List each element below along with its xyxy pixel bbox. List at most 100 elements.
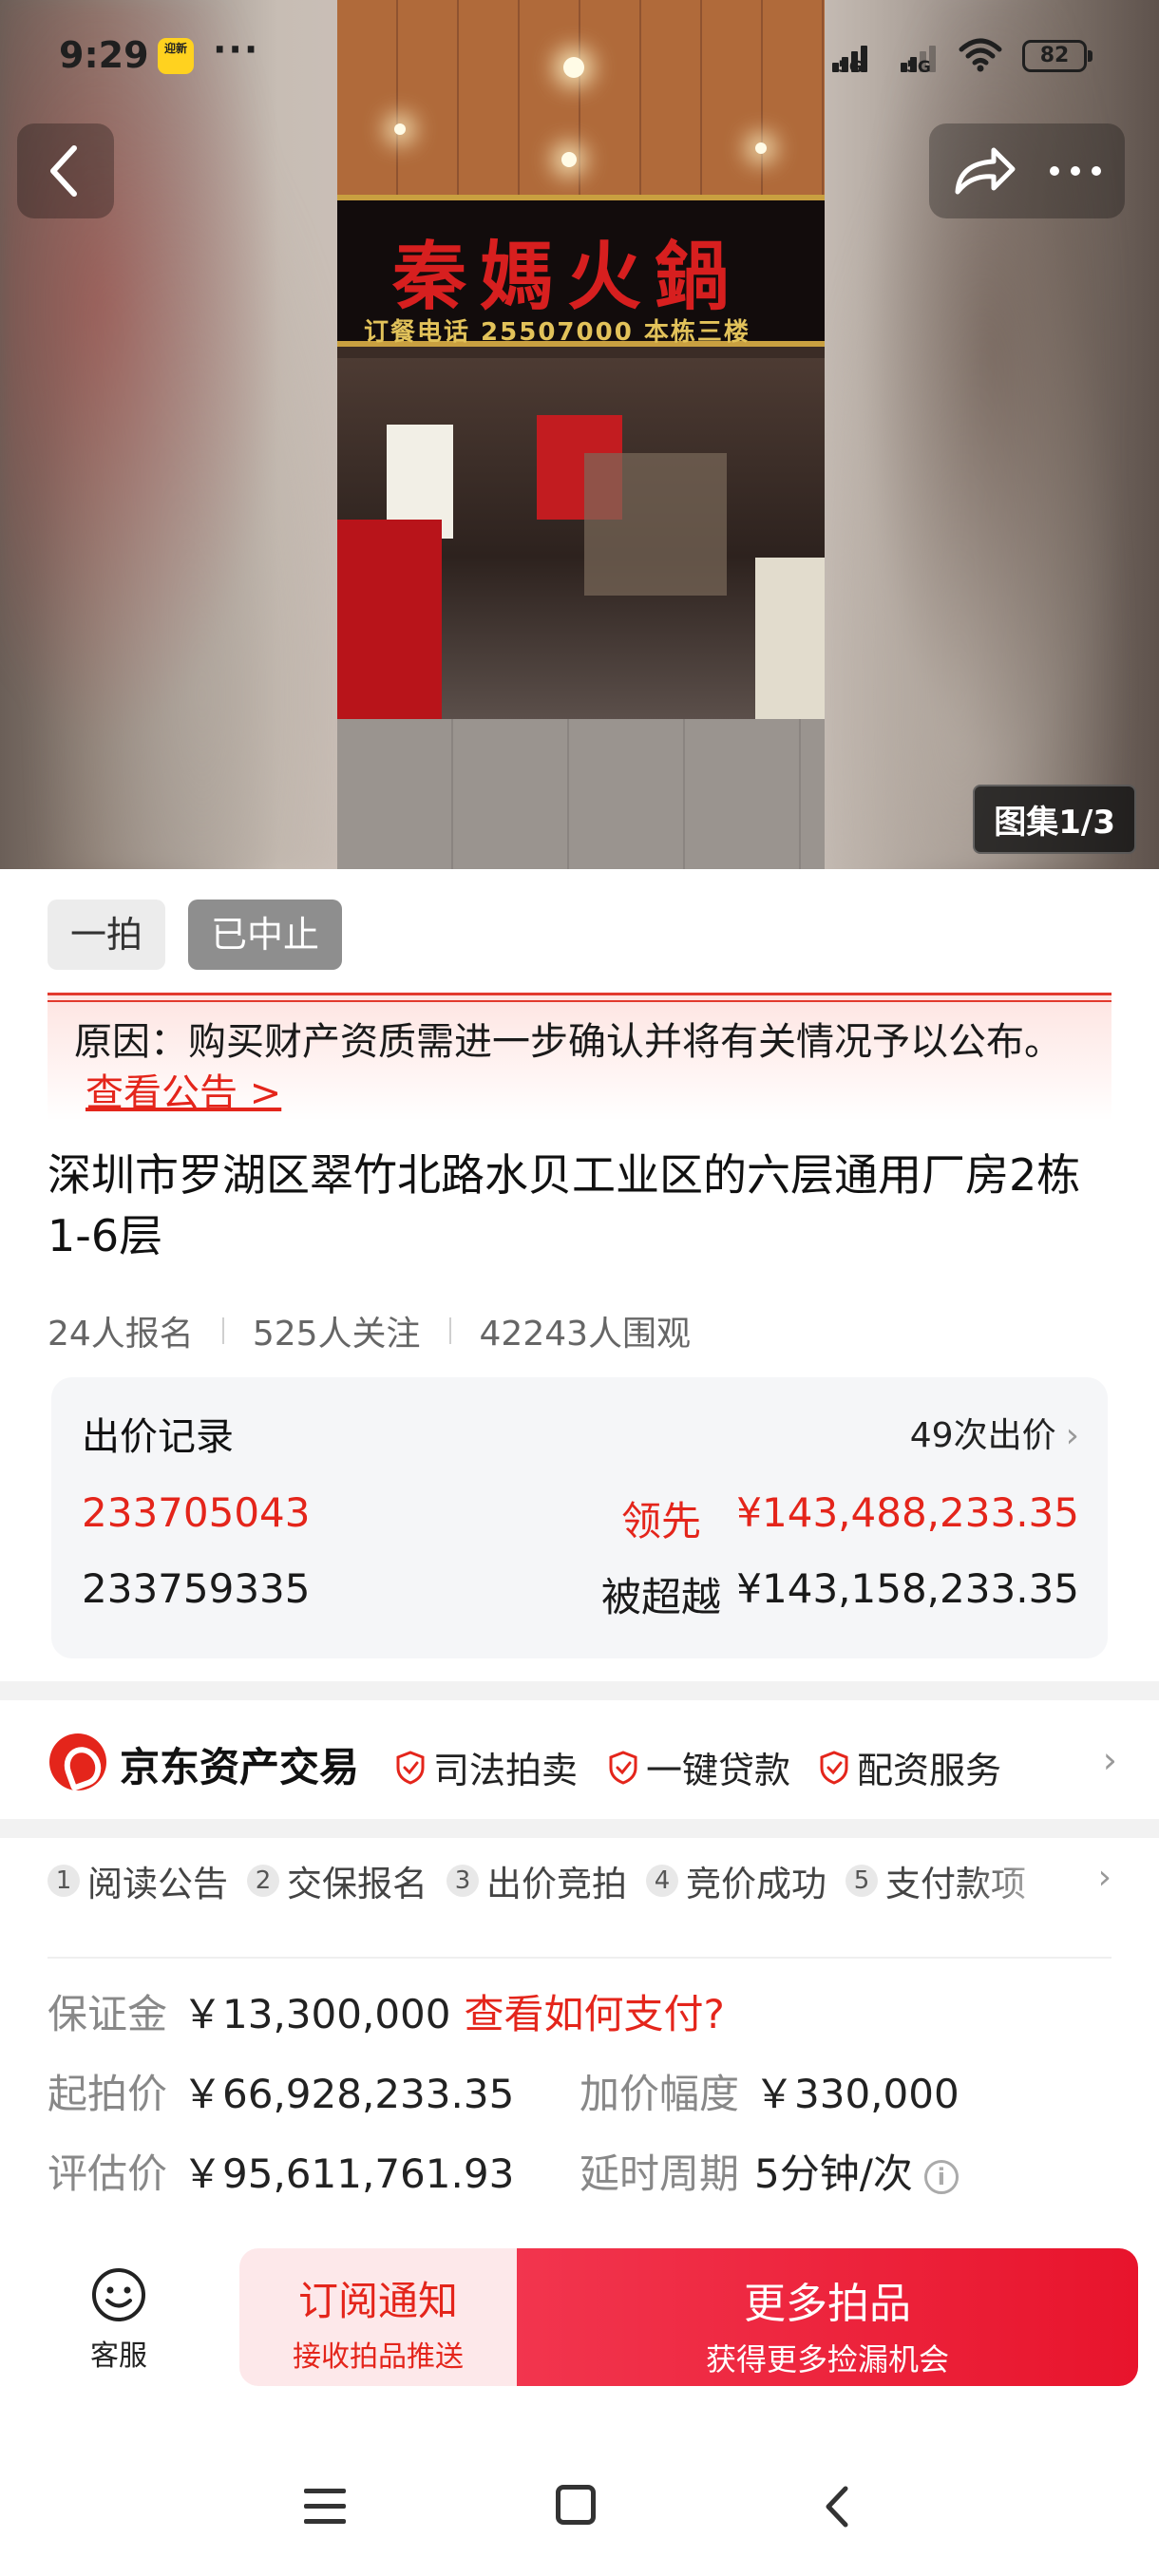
gallery-counter-badge[interactable]: 图集1/3	[973, 785, 1136, 854]
step-label: 阅读公告	[87, 1864, 228, 1904]
follower-count: 525人关注	[252, 1315, 421, 1354]
step-number: 3	[446, 1865, 479, 1897]
photo-light	[394, 123, 406, 135]
back-button[interactable]	[17, 123, 114, 218]
more-items-button[interactable]: 更多拍品 获得更多捡漏机会	[517, 2248, 1138, 2386]
wifi-icon	[959, 38, 1002, 72]
step-item: 4 竞价成功	[646, 1855, 826, 1906]
photo-sign-subtitle: 订餐电话 25507000 本栋三楼	[364, 318, 750, 347]
bid-record-title: 出价记录	[82, 1415, 234, 1459]
customer-service-icon	[92, 2268, 145, 2321]
delay-row: 延时周期 5分钟/次 i	[580, 2142, 959, 2200]
back-arrow-icon	[50, 145, 77, 197]
bid-amount: ¥143,488,233.35	[736, 1489, 1079, 1536]
section-divider	[0, 1819, 1159, 1838]
view-announcement-link[interactable]: 查看公告 >	[86, 1071, 281, 1115]
service-label: 司法拍卖	[433, 1750, 579, 1791]
bid-status: 领先	[620, 1498, 701, 1544]
service-one-click-loan: 一键贷款	[608, 1741, 790, 1793]
bid-record-card[interactable]: 出价记录 49次出价 › 233705043 领先 ¥143,488,233.35…	[51, 1377, 1108, 1658]
auction-round-tag: 一拍	[48, 900, 166, 970]
platform-name: 京东资产交易	[120, 1744, 360, 1790]
auction-steps[interactable]: 1 阅读公告 2 交保报名 3 出价竞拍 4 竞价成功 5 支付款项 ›	[48, 1843, 1112, 1919]
shield-check-icon	[820, 1750, 848, 1785]
step-item: 1 阅读公告	[48, 1855, 228, 1906]
photo-red-stand	[337, 520, 442, 719]
photo-pillar	[755, 558, 825, 719]
increment-label: 加价幅度	[580, 2071, 740, 2117]
home-icon[interactable]	[556, 2485, 596, 2525]
platform-services-bar[interactable]: 京东资产交易 司法拍卖 一键贷款 配资服务 ›	[0, 1705, 1159, 1819]
photo-restaurant-sign: 秦媽火鍋 订餐电话 25507000 本栋三楼	[337, 195, 825, 347]
battery-icon: 82	[1022, 40, 1092, 72]
stats-divider	[448, 1317, 451, 1344]
chevron-right-icon: ›	[1102, 1739, 1117, 1781]
deposit-value: ￥13,300,000	[182, 1991, 451, 2037]
step-number: 5	[846, 1865, 878, 1897]
suspension-reason-text: 原因：购买财产资质需进一步确认并将有关情况予以公布。	[74, 1020, 1062, 1064]
subscribe-sublabel: 接收拍品推送	[293, 2340, 464, 2374]
service-judicial-auction: 司法拍卖	[395, 1741, 578, 1793]
auction-status-tag: 已中止	[188, 900, 343, 970]
stats-divider	[221, 1317, 224, 1344]
system-nav-bar	[0, 2460, 1159, 2555]
appraisal-row: 评估价 ￥95,611,761.93	[48, 2142, 514, 2200]
photo-storefront	[337, 358, 825, 719]
step-label: 交保报名	[287, 1864, 428, 1904]
service-financing: 配资服务	[819, 1741, 1001, 1793]
registered-count: 24人报名	[48, 1315, 194, 1354]
suspension-reason: 原因：购买财产资质需进一步确认并将有关情况予以公布。查看公告 >	[74, 1016, 1091, 1119]
bid-status: 被超越	[600, 1574, 721, 1620]
bidder-id: 233705043	[82, 1489, 311, 1536]
increment-row: 加价幅度 ￥330,000	[580, 2062, 960, 2120]
jd-logo-icon	[49, 1733, 106, 1790]
how-to-pay-link[interactable]: 查看如何支付?	[465, 1991, 725, 2037]
shield-check-icon	[396, 1750, 425, 1785]
signal-network-tag: 5G	[906, 58, 931, 77]
bid-row: 233759335 被超越 ¥143,158,233.35	[82, 1565, 1079, 1620]
property-title: 深圳市罗湖区翠竹北路水贝工业区的六层通用厂房2栋1-6层	[48, 1149, 1081, 1261]
photo-light	[755, 142, 767, 154]
signal-icon: 5G	[815, 36, 872, 77]
subscribe-button[interactable]: 订阅通知 接收拍品推送	[239, 2248, 517, 2386]
section-divider	[0, 1681, 1159, 1700]
step-label: 竞价成功	[686, 1864, 826, 1904]
status-bar: 9:29 迎新 ··· 5G 5G 82	[0, 0, 1159, 104]
top-actions	[929, 123, 1125, 218]
back-nav-icon[interactable]	[819, 2483, 857, 2530]
steps-fade	[969, 1843, 1083, 1919]
step-item: 2 交保报名	[247, 1855, 428, 1906]
appraisal-label: 评估价	[48, 2150, 168, 2197]
chevron-right-icon: ›	[1097, 1858, 1112, 1897]
photo-sign-title: 秦媽火鍋	[392, 234, 743, 320]
customer-service-button[interactable]: 客服	[57, 2265, 180, 2374]
chevron-right-icon: ›	[1065, 1416, 1079, 1455]
start-price-row: 起拍价 ￥66,928,233.35	[48, 2062, 514, 2120]
suspension-notice: 原因：购买财产资质需进一步确认并将有关情况予以公布。查看公告 >	[48, 993, 1112, 1121]
steps-divider	[48, 1957, 1112, 1959]
hero-photo[interactable]: 秦媽火鍋 订餐电话 25507000 本栋三楼	[337, 0, 825, 869]
bid-count-link[interactable]: 49次出价 ›	[910, 1408, 1079, 1457]
more-items-sublabel: 获得更多捡漏机会	[705, 2341, 949, 2377]
step-item: 3 出价竞拍	[446, 1855, 627, 1906]
viewer-count: 42243人围观	[479, 1315, 692, 1354]
appraisal-value: ￥95,611,761.93	[182, 2150, 515, 2197]
app-notification-icon: 迎新	[158, 38, 194, 74]
signal-network-tag: 5G	[838, 58, 863, 77]
photo-floor	[337, 719, 825, 869]
more-icon[interactable]	[1036, 123, 1115, 218]
start-price-value: ￥66,928,233.35	[182, 2071, 515, 2117]
step-number: 2	[247, 1865, 279, 1897]
bid-count: 49次出价	[909, 1416, 1056, 1455]
bid-row: 233705043 领先 ¥143,488,233.35	[82, 1489, 1079, 1544]
bid-amount: ¥143,158,233.35	[736, 1565, 1079, 1612]
status-time: 9:29	[59, 34, 149, 76]
more-items-label: 更多拍品	[744, 2280, 911, 2328]
step-number: 4	[646, 1865, 678, 1897]
bidder-id: 233759335	[82, 1565, 311, 1612]
share-icon[interactable]	[940, 123, 1026, 218]
photo-interior	[584, 453, 727, 596]
step-label: 出价竞拍	[486, 1864, 627, 1904]
menu-icon[interactable]	[304, 2489, 346, 2525]
info-icon[interactable]: i	[923, 2159, 959, 2194]
